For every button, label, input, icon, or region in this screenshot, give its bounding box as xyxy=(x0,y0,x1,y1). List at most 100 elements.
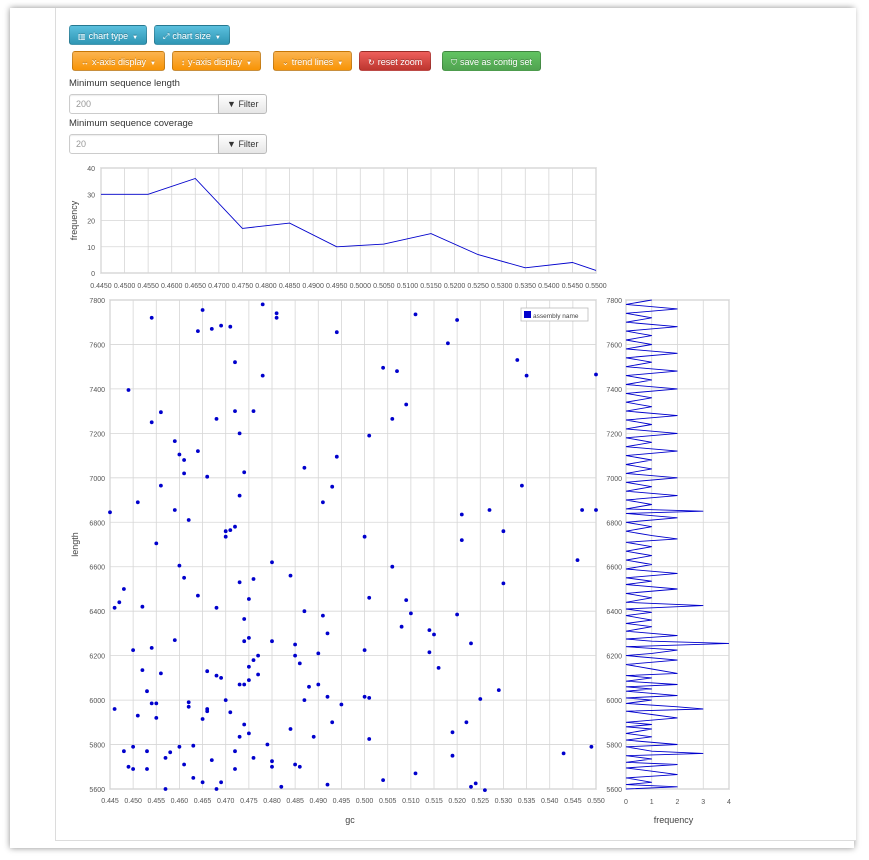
scatter-point xyxy=(214,673,219,678)
scatter-plot-area xyxy=(109,299,597,790)
scatter-point xyxy=(436,666,441,670)
scatter-point xyxy=(172,638,177,642)
scatter-point xyxy=(131,767,136,771)
scatter-point xyxy=(214,787,219,791)
side-y-tick-label: 7400 xyxy=(606,387,622,394)
scatter-point xyxy=(450,753,455,758)
scatter-point xyxy=(501,581,506,586)
scatter-point xyxy=(247,731,251,736)
scatter-point xyxy=(302,609,307,614)
scatter-point xyxy=(108,510,112,515)
scatter-x-tick-label: 0.545 xyxy=(564,798,582,805)
scatter-point xyxy=(251,409,256,413)
scatter-point xyxy=(247,597,251,601)
scatter-point xyxy=(325,631,330,636)
scatter-point xyxy=(228,528,233,532)
scatter-point xyxy=(233,749,237,754)
top-x-tick-label: 0.5300 xyxy=(491,283,513,290)
top-x-tick-label: 0.5450 xyxy=(562,283,584,290)
side-x-tick-label: 2 xyxy=(676,799,680,806)
scatter-point xyxy=(135,713,140,718)
scatter-point xyxy=(256,653,260,658)
scatter-point xyxy=(237,493,242,498)
side-x-tick-label: 1 xyxy=(650,799,654,806)
scatter-point xyxy=(247,636,251,640)
scatter-y-axis-label: length xyxy=(70,532,80,557)
scatter-y-tick-label: 5600 xyxy=(89,787,105,794)
scatter-point xyxy=(427,650,432,655)
scatter-point xyxy=(228,324,233,329)
scatter-point xyxy=(256,672,260,677)
scatter-point xyxy=(297,764,302,769)
scatter-point xyxy=(177,744,182,749)
top-x-tick-label: 0.4950 xyxy=(326,283,348,290)
side-x-tick-label: 3 xyxy=(701,799,705,806)
side-y-tick-label: 6600 xyxy=(606,565,622,572)
scatter-point xyxy=(367,433,372,438)
scatter-point xyxy=(205,709,210,714)
scatter-point xyxy=(390,417,395,421)
scatter-point xyxy=(168,750,173,755)
scatter-point xyxy=(237,580,242,585)
scatter-point xyxy=(580,508,584,512)
scatter-point xyxy=(404,402,409,407)
scatter-x-tick-label: 0.515 xyxy=(425,798,443,805)
scatter-point xyxy=(154,701,159,706)
scatter-y-tick-label: 7600 xyxy=(89,342,105,349)
scatter-point xyxy=(182,762,187,767)
scatter-point xyxy=(242,617,247,621)
scatter-point xyxy=(390,564,395,569)
side-x-axis-label: frequency xyxy=(654,815,694,825)
scatter-x-tick-label: 0.460 xyxy=(171,798,189,805)
scatter-point xyxy=(260,373,265,378)
scatter-point xyxy=(274,315,279,320)
scatter-point xyxy=(260,302,265,307)
scatter-point xyxy=(163,787,168,791)
legend-label: assembly name xyxy=(533,313,579,320)
scatter-point xyxy=(159,671,163,676)
top-x-tick-label: 0.5050 xyxy=(373,283,395,290)
scatter-x-tick-label: 0.445 xyxy=(101,798,119,805)
side-y-tick-label: 5600 xyxy=(606,787,622,794)
scatter-point xyxy=(274,311,279,316)
scatter-point xyxy=(223,698,228,702)
top-x-tick-label: 0.4550 xyxy=(137,283,159,290)
scatter-point xyxy=(126,764,131,769)
top-x-tick-label: 0.4500 xyxy=(114,283,136,290)
side-y-tick-label: 7800 xyxy=(606,298,622,305)
scatter-y-tick-label: 6000 xyxy=(89,698,105,705)
scatter-x-tick-label: 0.505 xyxy=(379,798,397,805)
scatter-point xyxy=(122,587,126,591)
scatter-point xyxy=(237,734,242,739)
scatter-point xyxy=(594,372,598,377)
scatter-point xyxy=(182,575,187,580)
scatter-point xyxy=(334,330,339,335)
scatter-y-tick-label: 7800 xyxy=(89,298,105,305)
scatter-point xyxy=(316,651,321,656)
scatter-point xyxy=(478,697,483,701)
scatter-point xyxy=(140,668,145,672)
scatter-point xyxy=(251,658,256,662)
scatter-point xyxy=(247,678,251,682)
scatter-x-tick-label: 0.450 xyxy=(124,798,142,805)
scatter-point xyxy=(196,593,200,598)
charts-canvas: 0.4450 0.4500 0.4550 0.4600 0.4650 0.4700 0.47… xyxy=(69,166,731,825)
scatter-point xyxy=(154,716,159,720)
scatter-point xyxy=(321,613,325,618)
scatter-point xyxy=(432,632,436,637)
scatter-point xyxy=(233,524,237,529)
scatter-point xyxy=(233,767,237,771)
scatter-point xyxy=(182,471,187,476)
scatter-point xyxy=(316,682,321,687)
scatter-point xyxy=(200,717,205,721)
scatter-point xyxy=(214,605,219,610)
scatter-point xyxy=(469,784,473,789)
scatter-point xyxy=(496,688,501,692)
scatter-point xyxy=(483,788,487,792)
scatter-point xyxy=(399,624,404,629)
scatter-x-tick-label: 0.525 xyxy=(472,798,490,805)
scatter-point xyxy=(112,605,117,610)
top-x-tick-label: 0.4700 xyxy=(208,283,230,290)
scatter-point xyxy=(404,598,409,602)
scatter-point xyxy=(325,694,330,699)
